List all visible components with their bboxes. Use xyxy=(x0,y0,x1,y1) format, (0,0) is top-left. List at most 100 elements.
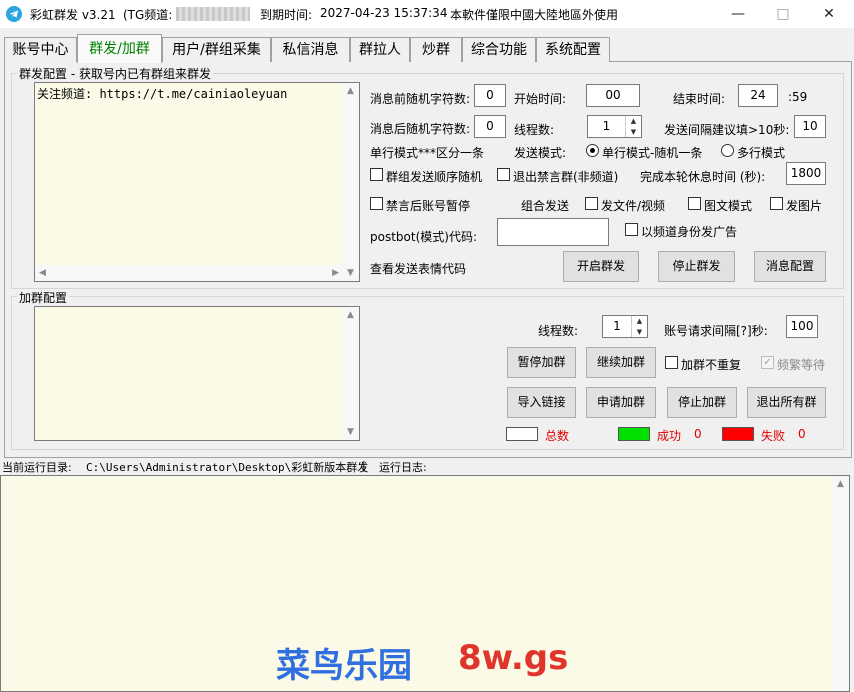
spin-down-icon[interactable]: ▼ xyxy=(625,127,641,137)
total-swatch xyxy=(506,427,538,441)
tab-broadcast-join[interactable]: 群发/加群 xyxy=(77,34,162,63)
telegram-icon xyxy=(6,6,22,22)
import-links-button[interactable]: 导入链接 xyxy=(507,387,576,418)
vertical-scrollbar[interactable]: ▲ ▼ xyxy=(343,307,359,440)
suffix-random-input[interactable]: 0 xyxy=(474,115,506,138)
request-interval-input[interactable]: 100 xyxy=(786,315,818,338)
no-repeat-checkbox[interactable] xyxy=(665,356,678,369)
join-links-textarea[interactable]: ▲ ▼ xyxy=(34,306,360,441)
mode-single-radio[interactable] xyxy=(586,144,599,157)
interval-input[interactable]: 10 xyxy=(794,115,826,138)
start-time-input[interactable]: 00 xyxy=(586,84,640,107)
frequent-wait-label: 频繁等待 xyxy=(777,358,826,372)
spin-down-icon[interactable]: ▼ xyxy=(631,327,647,337)
message-textarea[interactable]: 关注频道: https://t.me/cainiaoleyuan ▲ ▼ ◀ ▶ xyxy=(34,82,360,282)
scroll-left-icon[interactable]: ◀ xyxy=(39,268,46,278)
scroll-right-icon[interactable]: ▶ xyxy=(332,268,339,278)
start-broadcast-button[interactable]: 开启群发 xyxy=(563,251,639,282)
exit-all-groups-button[interactable]: 退出所有群 xyxy=(747,387,826,418)
current-dir-path: C:\Users\Administrator\Desktop\彩虹新版本群发 xyxy=(86,461,369,474)
redacted-channel xyxy=(176,7,250,21)
threads-spinner[interactable]: 1 ▲ ▼ xyxy=(587,115,642,138)
scroll-up-icon[interactable]: ▲ xyxy=(347,86,354,96)
random-order-label: 群组发送顺序随机 xyxy=(386,170,483,184)
broadcast-config-title: 群发配置 - 获取号内已有群组来群发 xyxy=(17,65,213,82)
interval-label: 发送间隔建议填>10秒: xyxy=(664,123,790,137)
exit-banned-label: 退出禁言群(非频道) xyxy=(513,170,619,184)
expiry-value: 2027-04-23 15:37:34 xyxy=(320,6,448,20)
expiry-label: 到期时间: xyxy=(260,8,313,22)
scroll-down-icon[interactable]: ▼ xyxy=(347,427,354,437)
postbot-label: postbot(模式)代码: xyxy=(370,230,477,244)
message-config-button[interactable]: 消息配置 xyxy=(754,251,826,282)
channel-identity-checkbox[interactable] xyxy=(625,223,638,236)
pause-after-ban-checkbox[interactable] xyxy=(370,197,383,210)
spin-up-icon[interactable]: ▲ xyxy=(625,116,641,126)
tab-account-center[interactable]: 账号中心 xyxy=(4,37,77,62)
tab-user-group-scrape[interactable]: 用户/群组采集 xyxy=(162,37,271,62)
continue-join-button[interactable]: 继续加群 xyxy=(586,347,656,378)
scroll-down-icon[interactable]: ▼ xyxy=(347,268,354,278)
mode-single-label: 单行模式-随机一条 xyxy=(602,146,703,160)
pause-after-ban-label: 禁言后账号暂停 xyxy=(386,199,471,213)
mode-multi-label: 多行模式 xyxy=(737,146,786,160)
maximize-button[interactable]: □ xyxy=(760,0,806,28)
minimize-button[interactable]: — xyxy=(715,0,761,28)
success-label: 成功 xyxy=(657,429,682,443)
emoji-code-link[interactable]: 查看发送表情代码 xyxy=(370,260,466,277)
fail-label: 失败 xyxy=(761,429,786,443)
pause-join-button[interactable]: 暂停加群 xyxy=(507,347,576,378)
watermark-cn: 菜鸟乐园 xyxy=(276,646,412,686)
spin-up-icon[interactable]: ▲ xyxy=(631,316,647,326)
scroll-up-icon[interactable]: ▲ xyxy=(837,479,844,489)
watermark-site: 8w.gs xyxy=(458,638,569,678)
status-separator: | xyxy=(362,459,366,472)
tab-private-message[interactable]: 私信消息 xyxy=(271,37,350,62)
vertical-scrollbar[interactable]: ▲ xyxy=(833,476,849,691)
log-label: 运行日志: xyxy=(379,461,427,474)
tab-group-hype[interactable]: 炒群 xyxy=(410,37,462,62)
random-order-checkbox[interactable] xyxy=(370,168,383,181)
mode-multi-radio[interactable] xyxy=(721,144,734,157)
suffix-random-label: 消息后随机字符数: xyxy=(370,122,471,136)
tab-group-invite[interactable]: 群拉人 xyxy=(350,37,410,62)
region-notice: 本軟件僅限中國大陸地區外使用 xyxy=(450,8,619,22)
tab-general-functions[interactable]: 综合功能 xyxy=(462,37,536,62)
end-time-input[interactable]: 24 xyxy=(738,84,778,107)
image-text-checkbox[interactable] xyxy=(688,197,701,210)
no-repeat-label: 加群不重复 xyxy=(681,358,742,372)
join-threads-spinner[interactable]: 1 ▲ ▼ xyxy=(602,315,648,338)
request-interval-label: 账号请求间隔[?]秒: xyxy=(664,324,768,338)
fail-count: 0 xyxy=(798,427,806,441)
stop-join-button[interactable]: 停止加群 xyxy=(667,387,737,418)
postbot-input[interactable] xyxy=(497,218,609,246)
threads-label: 线程数: xyxy=(514,123,555,137)
rest-time-label: 完成本轮休息时间 (秒): xyxy=(640,170,766,184)
rest-time-input[interactable]: 1800 xyxy=(786,162,826,185)
log-textarea[interactable]: ▲ xyxy=(0,475,850,692)
tab-system-config[interactable]: 系统配置 xyxy=(536,37,610,62)
request-join-button[interactable]: 申请加群 xyxy=(586,387,656,418)
send-image-label: 发图片 xyxy=(786,199,823,213)
vertical-scrollbar[interactable]: ▲ ▼ xyxy=(343,83,359,281)
send-file-checkbox[interactable] xyxy=(585,197,598,210)
send-mode-label: 发送模式: xyxy=(514,146,567,160)
scroll-up-icon[interactable]: ▲ xyxy=(347,310,354,320)
horizontal-scrollbar[interactable]: ◀ ▶ xyxy=(35,265,343,281)
send-image-checkbox[interactable] xyxy=(770,197,783,210)
title-bar: 彩虹群发 v3.21 (TG频道: 到期时间: 2027-04-23 15:37… xyxy=(0,0,854,28)
exit-banned-checkbox[interactable] xyxy=(497,168,510,181)
close-button[interactable]: ✕ xyxy=(806,0,852,28)
start-time-label: 开始时间: xyxy=(514,92,567,106)
join-threads-value: 1 xyxy=(613,319,621,333)
current-dir-label: 当前运行目录: xyxy=(2,461,72,474)
single-mode-hint: 单行模式***区分一条 xyxy=(370,146,485,160)
success-count: 0 xyxy=(694,427,702,441)
stop-broadcast-button[interactable]: 停止群发 xyxy=(658,251,735,282)
frequent-wait-checkbox[interactable]: ✓ xyxy=(761,356,774,369)
join-threads-label: 线程数: xyxy=(538,324,579,338)
prefix-random-label: 消息前随机字符数: xyxy=(370,92,471,106)
prefix-random-input[interactable]: 0 xyxy=(474,84,506,107)
channel-identity-label: 以频道身份发广告 xyxy=(641,225,738,239)
fail-swatch xyxy=(722,427,754,441)
